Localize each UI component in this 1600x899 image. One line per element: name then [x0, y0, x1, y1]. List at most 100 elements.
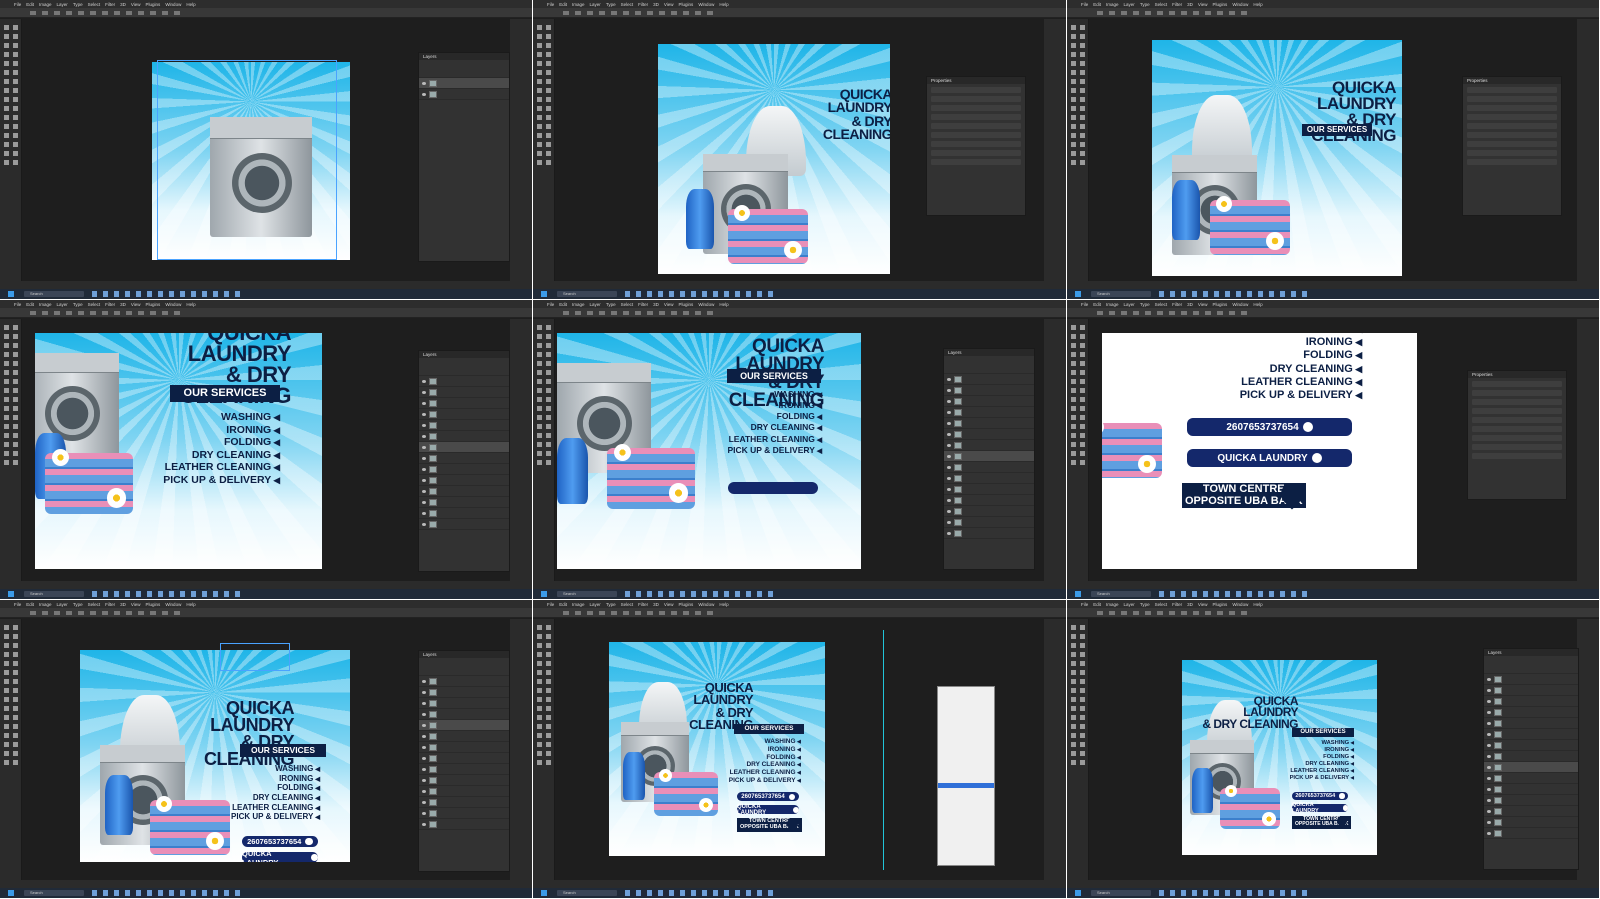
menu-item-plugins[interactable]: Plugins: [679, 302, 694, 307]
menu-item-3d[interactable]: 3D: [1187, 602, 1193, 607]
property-field[interactable]: [931, 114, 1021, 120]
tool-icon[interactable]: [4, 34, 18, 39]
eye-icon[interactable]: [1487, 743, 1491, 747]
eye-icon[interactable]: [1487, 699, 1491, 703]
property-field[interactable]: [931, 105, 1021, 111]
taskbar-app-icons[interactable]: [625, 890, 775, 896]
eye-icon[interactable]: [422, 679, 426, 683]
taskbar-app-icons[interactable]: [1159, 890, 1309, 896]
tool-icon[interactable]: [1071, 652, 1085, 657]
layer-row[interactable]: [419, 742, 509, 753]
eye-icon[interactable]: [947, 377, 951, 381]
tool-icon[interactable]: [1071, 670, 1085, 675]
layer-row[interactable]: [944, 495, 1034, 506]
layer-row[interactable]: [944, 385, 1034, 396]
menu-item-edit[interactable]: Edit: [1093, 302, 1101, 307]
tool-icon[interactable]: [4, 460, 18, 465]
taskbar-app-icons[interactable]: [92, 890, 242, 896]
menu-item-view[interactable]: View: [1198, 602, 1208, 607]
tools-panel[interactable]: [533, 619, 555, 880]
menu-item-layer[interactable]: Layer: [1124, 2, 1135, 7]
layer-row[interactable]: [419, 497, 509, 508]
tools-panel[interactable]: [1067, 19, 1089, 281]
options-bar[interactable]: [0, 8, 532, 18]
layer-row[interactable]: [944, 440, 1034, 451]
blend-mode-option[interactable]: [938, 855, 994, 860]
layer-row[interactable]: [944, 517, 1034, 528]
tool-icon[interactable]: [4, 115, 18, 120]
tool-icon[interactable]: [4, 388, 18, 393]
tool-icon[interactable]: [1071, 388, 1085, 393]
tool-icon[interactable]: [4, 724, 18, 729]
tool-icon[interactable]: [1071, 643, 1085, 648]
property-field[interactable]: [1467, 123, 1557, 129]
menu-item-window[interactable]: Window: [165, 302, 181, 307]
menu-item-plugins[interactable]: Plugins: [146, 2, 161, 7]
layer-row[interactable]: [419, 786, 509, 797]
menu-item-select[interactable]: Select: [1155, 2, 1168, 7]
tool-icon[interactable]: [4, 451, 18, 456]
taskbar-search[interactable]: Search: [24, 591, 84, 597]
tool-icon[interactable]: [1071, 733, 1085, 738]
tool-icon[interactable]: [537, 115, 551, 120]
tool-icon[interactable]: [537, 652, 551, 657]
eye-icon[interactable]: [1487, 710, 1491, 714]
tool-icon[interactable]: [1071, 424, 1085, 429]
eye-icon[interactable]: [947, 421, 951, 425]
tool-icon[interactable]: [1071, 88, 1085, 93]
property-field[interactable]: [931, 141, 1021, 147]
menu-item-view[interactable]: View: [131, 2, 141, 7]
menu-item-file[interactable]: File: [547, 602, 554, 607]
eye-icon[interactable]: [422, 456, 426, 460]
menu-item-view[interactable]: View: [664, 302, 674, 307]
eye-icon[interactable]: [1487, 677, 1491, 681]
property-field[interactable]: [1467, 132, 1557, 138]
menu-item-edit[interactable]: Edit: [1093, 602, 1101, 607]
menu-item-help[interactable]: Help: [1253, 2, 1262, 7]
menu-item-layer[interactable]: Layer: [590, 2, 601, 7]
menu-item-plugins[interactable]: Plugins: [1213, 302, 1228, 307]
layer-row[interactable]: [1484, 740, 1578, 751]
options-bar[interactable]: [1067, 308, 1599, 318]
eye-icon[interactable]: [1487, 776, 1491, 780]
taskbar-search[interactable]: Search: [1091, 591, 1151, 597]
property-field[interactable]: [1467, 105, 1557, 111]
tool-icon[interactable]: [1071, 370, 1085, 375]
photoshop-frame-3[interactable]: File Edit Image Layer Type Select Filter 3D View…: [1067, 0, 1600, 300]
menu-item-help[interactable]: Help: [186, 2, 195, 7]
menu-item-image[interactable]: Image: [1106, 302, 1119, 307]
tool-icon[interactable]: [537, 415, 551, 420]
property-field[interactable]: [1467, 159, 1557, 165]
tool-icon[interactable]: [1071, 460, 1085, 465]
eye-icon[interactable]: [947, 476, 951, 480]
menu-item-image[interactable]: Image: [39, 2, 52, 7]
menu-item-3d[interactable]: 3D: [653, 2, 659, 7]
property-field[interactable]: [1467, 141, 1557, 147]
layer-row[interactable]: [419, 409, 509, 420]
menu-item-plugins[interactable]: Plugins: [679, 2, 694, 7]
taskbar-app-icons[interactable]: [92, 591, 242, 597]
tool-icon[interactable]: [4, 97, 18, 102]
menu-bar[interactable]: File Edit Image Layer Type Select Filter 3D View…: [533, 300, 1066, 308]
layers-panel[interactable]: Layers: [418, 650, 510, 872]
tool-icon[interactable]: [537, 724, 551, 729]
tool-icon[interactable]: [1071, 625, 1085, 630]
eye-icon[interactable]: [1487, 732, 1491, 736]
tool-icon[interactable]: [4, 325, 18, 330]
tool-icon[interactable]: [1071, 352, 1085, 357]
eye-icon[interactable]: [422, 778, 426, 782]
tool-icon[interactable]: [1071, 715, 1085, 720]
eye-icon[interactable]: [422, 712, 426, 716]
layers-panel[interactable]: Layers: [1483, 648, 1579, 870]
taskbar-app-icons[interactable]: [625, 291, 775, 297]
property-field[interactable]: [931, 159, 1021, 165]
tool-icon[interactable]: [4, 433, 18, 438]
menu-item-type[interactable]: Type: [1140, 2, 1150, 7]
tool-icon[interactable]: [537, 634, 551, 639]
layer-row[interactable]: [419, 486, 509, 497]
layer-row[interactable]: [419, 89, 509, 100]
tool-icon[interactable]: [537, 70, 551, 75]
layer-row[interactable]: [1484, 795, 1578, 806]
layer-row[interactable]: [419, 431, 509, 442]
menu-item-select[interactable]: Select: [88, 602, 101, 607]
